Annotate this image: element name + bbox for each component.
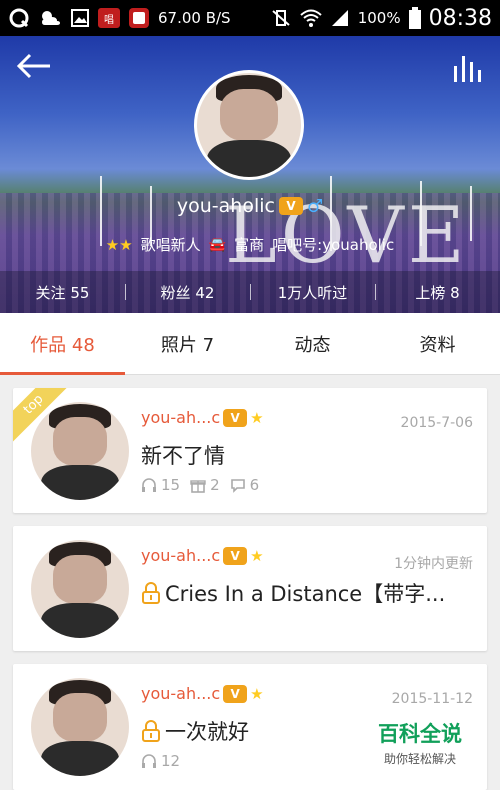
vip-badge: V: [278, 197, 303, 215]
play-count: 12: [161, 752, 181, 770]
comment-icon: [230, 479, 245, 493]
work-avatar: [31, 678, 129, 776]
battery-percent: 100%: [357, 9, 401, 27]
work-card[interactable]: top you-ah...c V ★ 2015-7-06 新不了情 15 2 6: [13, 388, 487, 513]
headphones-icon: [142, 478, 156, 492]
changba-id: 唱吧号:youaholic: [272, 236, 395, 254]
star-icon: ★: [250, 546, 264, 565]
work-date: 1分钟内更新: [394, 556, 473, 572]
stat-rankings[interactable]: 上榜 8: [375, 282, 500, 303]
stat-following[interactable]: 关注 55: [0, 282, 125, 303]
username: you-aholic: [176, 195, 275, 217]
stat-fans[interactable]: 粉丝 42: [125, 282, 250, 303]
status-bar: 唱 67.00 B/S 100% 08:38: [0, 0, 500, 36]
work-meta: 15 2 6: [141, 476, 259, 494]
work-date: 2015-7-06: [400, 415, 473, 431]
comment-count: 6: [249, 476, 260, 494]
vip-badge: V: [223, 408, 248, 427]
gift-icon: [190, 480, 206, 493]
level-label: 歌唱新人: [140, 236, 201, 254]
work-author: you-ah...c V ★: [141, 408, 264, 427]
work-date: 2015-11-12: [391, 691, 473, 707]
tab-works[interactable]: 作品 48: [0, 313, 125, 375]
work-meta: 12: [141, 752, 180, 770]
net-speed: 67.00 B/S: [158, 9, 231, 27]
tab-photos[interactable]: 照片 7: [125, 313, 250, 374]
work-avatar: [31, 402, 129, 500]
work-title: 一次就好: [141, 716, 249, 746]
star-icon: ★: [250, 684, 264, 703]
male-gender-icon: ♂: [306, 195, 324, 217]
profile-avatar[interactable]: [194, 70, 304, 180]
star-icon: ★: [250, 408, 264, 427]
username-row: you-aholic V ♂: [0, 195, 500, 217]
work-author: you-ah...c V ★: [141, 684, 264, 703]
stat-listens[interactable]: 1万人听过: [250, 282, 375, 303]
vibrate-mute-icon: [270, 8, 292, 28]
sticker-app-icon: [128, 7, 150, 29]
tab-activity[interactable]: 动态: [250, 313, 375, 374]
watermark-subtitle: 助你轻松解决: [383, 752, 456, 766]
work-avatar: [31, 540, 129, 638]
signal-icon: [330, 8, 350, 28]
vip-badge: V: [223, 546, 248, 565]
work-title: Cries In a Distance【带字...: [141, 578, 445, 608]
app-q-icon: [8, 7, 30, 29]
work-title: 新不了情: [141, 444, 225, 468]
watermark-title: 百科全说: [378, 722, 462, 746]
play-count: 15: [161, 476, 181, 494]
clock: 08:38: [428, 5, 492, 31]
lock-icon: [142, 582, 160, 604]
profile-tabs: 作品 48 照片 7 动态 资料: [0, 313, 500, 375]
tab-profile-info[interactable]: 资料: [375, 313, 500, 374]
baike-watermark: 百科全说 助你轻松解决: [360, 718, 480, 767]
wealth-label: 富商: [234, 236, 265, 254]
wifi-icon: [300, 8, 322, 28]
work-card[interactable]: you-ah...c V ★ 1分钟内更新 Cries In a Distanc…: [13, 526, 487, 651]
work-author: you-ah...c V ★: [141, 546, 264, 565]
changba-app-icon: 唱: [98, 8, 120, 28]
lock-icon: [142, 720, 160, 742]
headphones-icon: [142, 754, 156, 768]
user-tags: ★★ 歌唱新人 🚘 富商 唱吧号:youaholic: [0, 234, 500, 255]
battery-icon: [408, 7, 421, 29]
wealth-car-icon: 🚘: [208, 236, 227, 253]
level-stars-icon: ★★: [105, 235, 133, 254]
bar-chart-icon[interactable]: [452, 52, 484, 82]
back-arrow-icon[interactable]: [16, 52, 52, 80]
profile-stats-bar: 关注 55 粉丝 42 1万人听过 上榜 8: [0, 271, 500, 313]
profile-header: LOVE you-aholic V ♂ ★★ 歌唱新人 🚘 富商 唱吧号:you…: [0, 36, 500, 313]
weather-icon: [38, 8, 62, 28]
gift-count: 2: [210, 476, 220, 494]
vip-badge: V: [223, 684, 248, 703]
image-icon: [70, 8, 90, 28]
